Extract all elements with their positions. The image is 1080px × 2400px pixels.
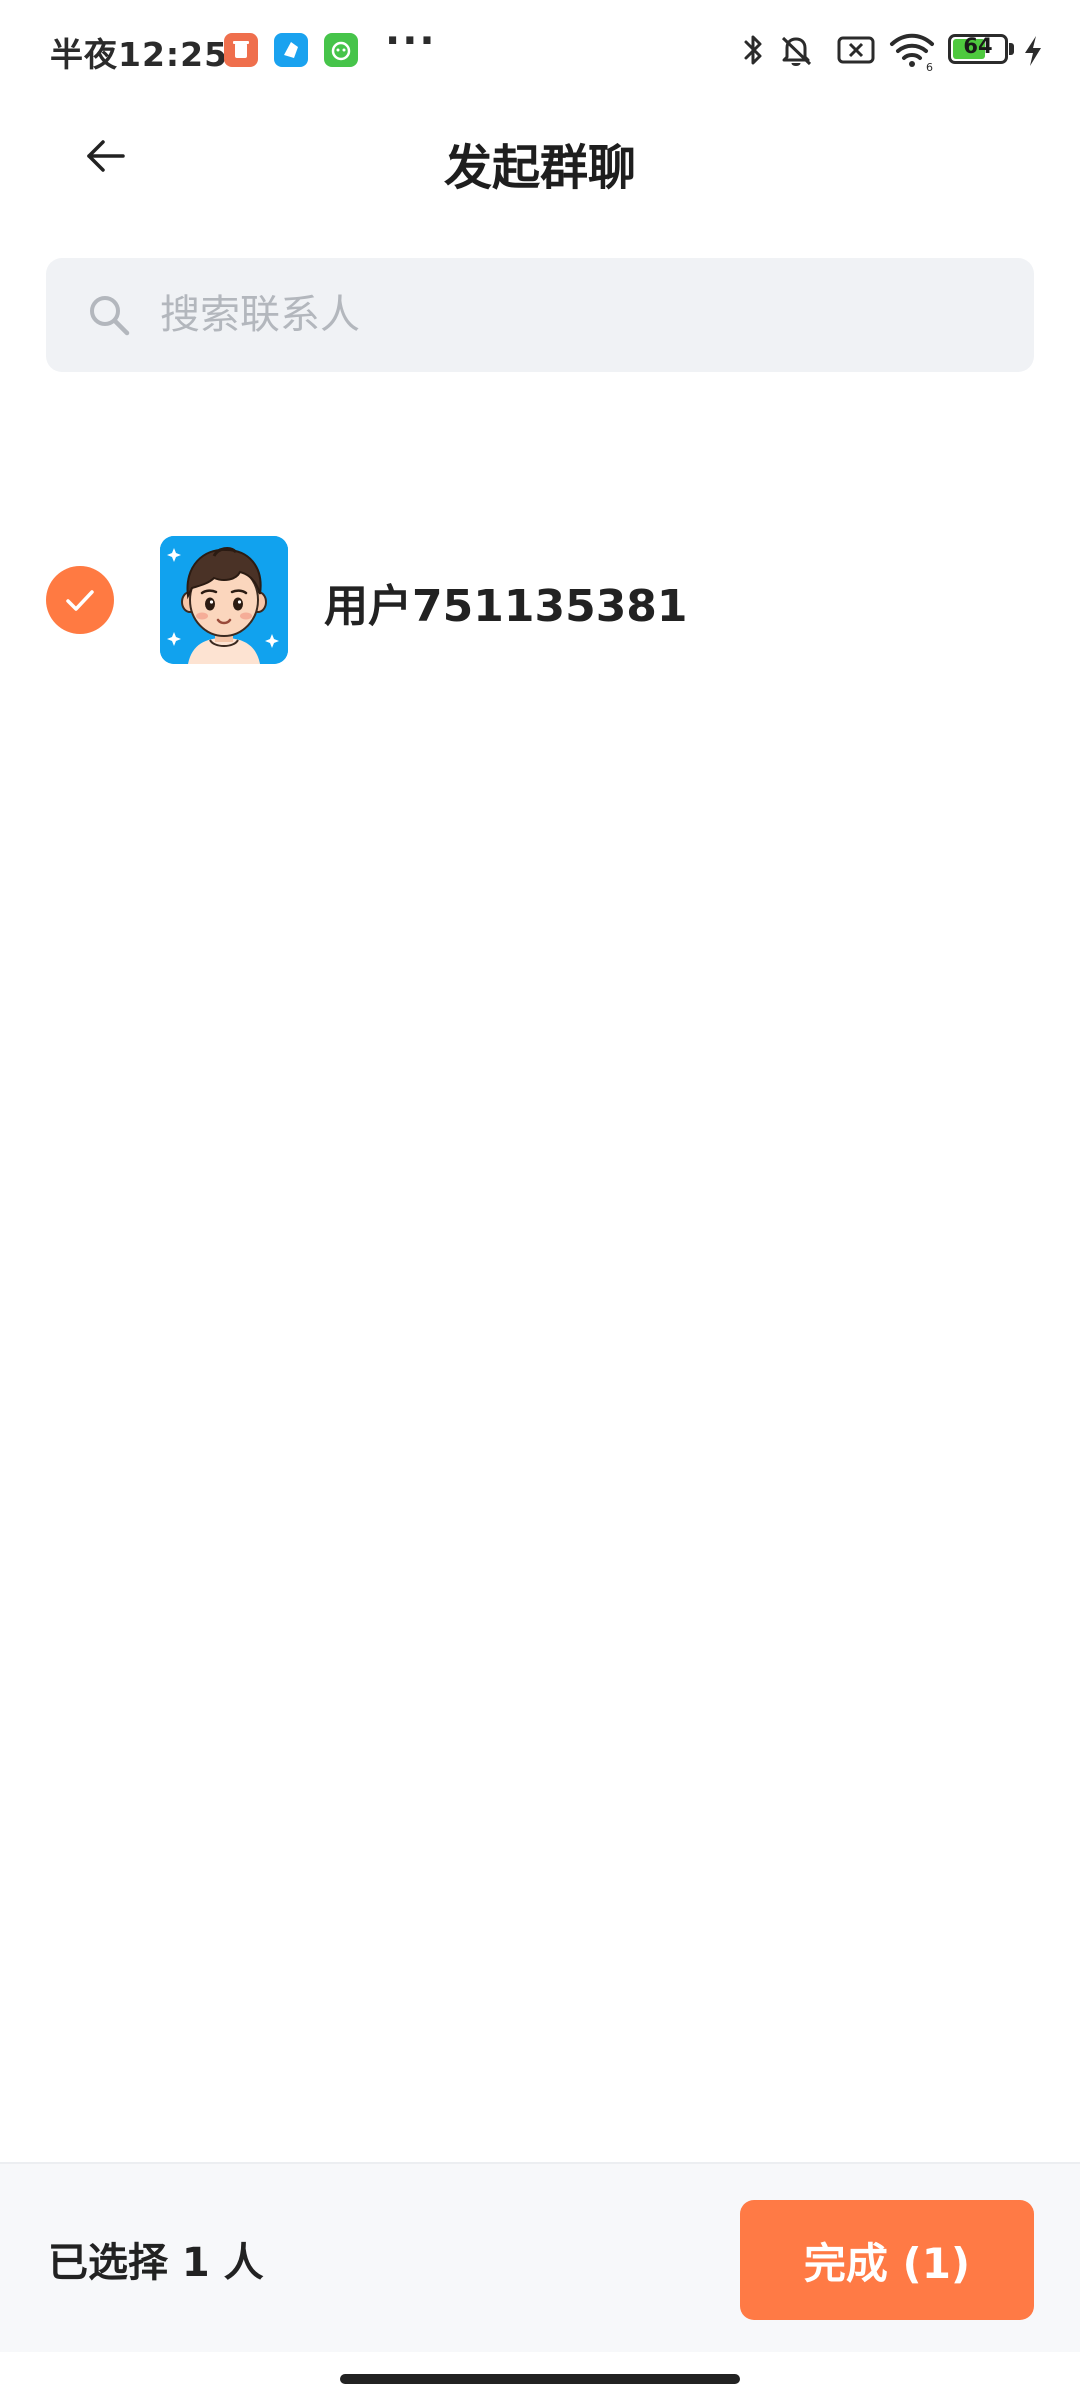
search-icon (90, 296, 130, 336)
battery-level: 64 (963, 34, 993, 58)
charging-icon (1022, 34, 1044, 72)
status-bar: 半夜12:25 ··· 6 64 (0, 0, 1080, 100)
checkmark-icon (66, 590, 94, 611)
cartoon-boy-avatar-icon (160, 536, 288, 664)
status-time: 半夜12:25 (50, 35, 229, 74)
notification-blue-icon (274, 33, 308, 67)
done-button[interactable]: 完成 (1) (740, 2200, 1034, 2320)
contact-name: 用户751135381 (324, 581, 688, 632)
search-input[interactable] (158, 291, 982, 339)
bluetooth-icon (738, 30, 768, 74)
header: 发起群聊 (0, 100, 1080, 222)
mute-icon (776, 30, 816, 74)
home-indicator[interactable] (340, 2374, 740, 2384)
more-notifications-icon: ··· (385, 18, 437, 64)
selected-count-label: 已选择 1 人 (48, 2240, 264, 2286)
page-title: 发起群聊 (443, 140, 636, 196)
wifi-icon: 6 (888, 30, 936, 76)
svg-text:6: 6 (926, 61, 933, 72)
avatar (160, 536, 288, 664)
bottom-action-bar: 已选择 1 人 完成 (1) (0, 2162, 1080, 2352)
notification-orange-icon (224, 33, 258, 67)
battery-nub (1009, 43, 1014, 55)
notification-green-icon (324, 33, 358, 67)
no-sim-icon (836, 30, 876, 74)
selected-checkbox[interactable] (46, 566, 114, 634)
battery-icon: 64 (948, 34, 1008, 64)
search-bar[interactable] (46, 258, 1034, 372)
contact-list-item[interactable]: 用户751135381 (0, 530, 1080, 670)
